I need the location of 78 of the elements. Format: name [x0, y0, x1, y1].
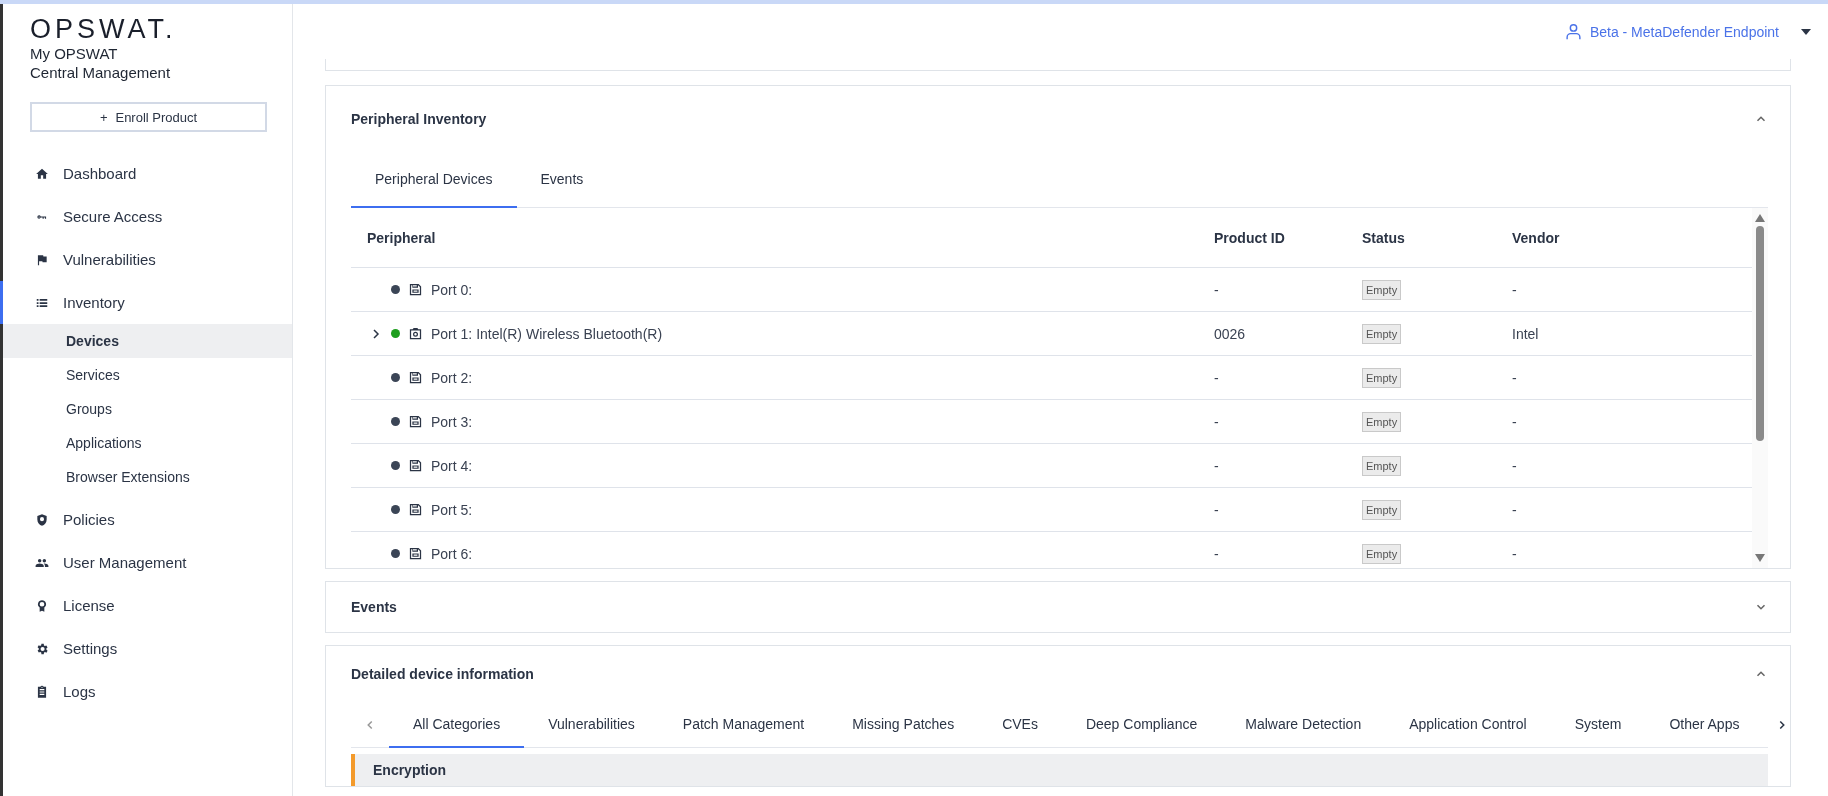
product-id: - — [1214, 281, 1220, 298]
vendor-name: - — [1512, 457, 1518, 474]
tab[interactable]: Deep Compliance — [1061, 702, 1222, 748]
status-tag: Empty — [1362, 499, 1402, 520]
tab[interactable]: Peripheral Devices — [351, 152, 517, 208]
nav-item[interactable]: Settings — [0, 627, 292, 670]
product-id: 0026 — [1214, 325, 1247, 342]
clipboard-icon — [35, 684, 49, 699]
nav-subitem[interactable]: Browser Extensions — [3, 460, 292, 494]
tab[interactable]: Patch Management — [658, 702, 829, 748]
peripheral-name: Port 1: Intel(R) Wireless Bluetooth(R) — [431, 325, 663, 342]
vendor-name: - — [1512, 501, 1518, 518]
column-header: Peripheral — [366, 229, 437, 246]
vendor-name: Intel — [1512, 325, 1540, 342]
nav-subitem[interactable]: Groups — [3, 392, 292, 426]
status-tag: Empty — [1362, 411, 1402, 432]
nav-subitem[interactable]: Applications — [3, 426, 292, 460]
logo: OPSWAT. — [30, 14, 178, 44]
scrollbar[interactable] — [1752, 208, 1768, 568]
status-tag: Empty — [1362, 279, 1402, 300]
peripheral-name: Port 6: — [431, 545, 473, 562]
product-id: - — [1214, 457, 1220, 474]
product-name: Central Management — [30, 63, 172, 82]
nav-item[interactable]: Dashboard — [0, 152, 292, 195]
peripheral-name: Port 2: — [431, 369, 473, 386]
nav-item[interactable]: Secure Access — [0, 195, 292, 238]
status-tag: Empty — [1362, 323, 1402, 344]
column-header: Status — [1362, 229, 1406, 246]
card-title: Peripheral Inventory — [351, 111, 487, 127]
tab[interactable]: Application Control — [1385, 702, 1551, 748]
product-id: - — [1214, 369, 1220, 386]
product-id: - — [1214, 501, 1220, 518]
tab[interactable]: All Categories — [389, 702, 525, 748]
peripheral-name: Port 0: — [431, 281, 473, 298]
tab[interactable]: Other Apps — [1645, 702, 1764, 748]
product-id: - — [1214, 545, 1220, 562]
vendor-name: - — [1512, 545, 1518, 562]
tab[interactable]: Missing Patches — [828, 702, 979, 748]
account-menu[interactable]: Beta - MetaDefender Endpoint — [1558, 22, 1821, 41]
status-tag: Empty — [1362, 543, 1402, 564]
gear-icon — [35, 641, 49, 656]
product-id: - — [1214, 413, 1220, 430]
nav-item[interactable]: Logs — [0, 670, 292, 713]
expand-chevron-icon[interactable] — [370, 327, 382, 340]
peripheral-name: Port 3: — [431, 413, 473, 430]
scroll-up-arrow-icon[interactable] — [1755, 214, 1765, 222]
section-title: Encryption — [373, 762, 447, 778]
peripheral-name: Port 5: — [431, 501, 473, 518]
tab[interactable]: Events — [516, 152, 608, 208]
nav-subitem[interactable]: Services — [3, 358, 292, 392]
home-icon — [35, 166, 49, 181]
vendor-name: - — [1512, 369, 1518, 386]
nav-item[interactable]: Policies — [0, 498, 292, 541]
camera-icon — [408, 326, 423, 341]
scroll-down-arrow-icon[interactable] — [1755, 554, 1765, 562]
nav-item[interactable]: Vulnerabilities — [0, 238, 292, 281]
enroll-product-button[interactable]: + Enroll Product — [30, 102, 267, 132]
vendor-name: - — [1512, 281, 1518, 298]
ribbon-icon — [35, 598, 49, 613]
column-header: Product ID — [1214, 229, 1286, 246]
column-header: Vendor — [1512, 229, 1561, 246]
status-tag: Empty — [1362, 455, 1402, 476]
vendor-name: - — [1512, 413, 1518, 430]
tab[interactable]: System — [1550, 702, 1646, 748]
brand-subtitle: My OPSWAT — [30, 44, 119, 63]
card-title: Events — [351, 599, 397, 615]
tab[interactable]: Vulnerabilities — [524, 702, 659, 748]
flag-icon — [35, 252, 49, 267]
tab[interactable]: CVEs — [978, 702, 1062, 748]
tab[interactable]: Malware Detection — [1221, 702, 1386, 748]
nav-subitem[interactable]: Devices — [3, 324, 292, 358]
shield-icon — [35, 512, 49, 527]
nav-item[interactable]: License — [0, 584, 292, 627]
nav-item[interactable]: User Management — [0, 541, 292, 584]
status-tag: Empty — [1362, 367, 1402, 388]
peripheral-name: Port 4: — [431, 457, 473, 474]
user-icon — [1564, 23, 1582, 40]
card-title: Detailed device information — [351, 666, 534, 682]
